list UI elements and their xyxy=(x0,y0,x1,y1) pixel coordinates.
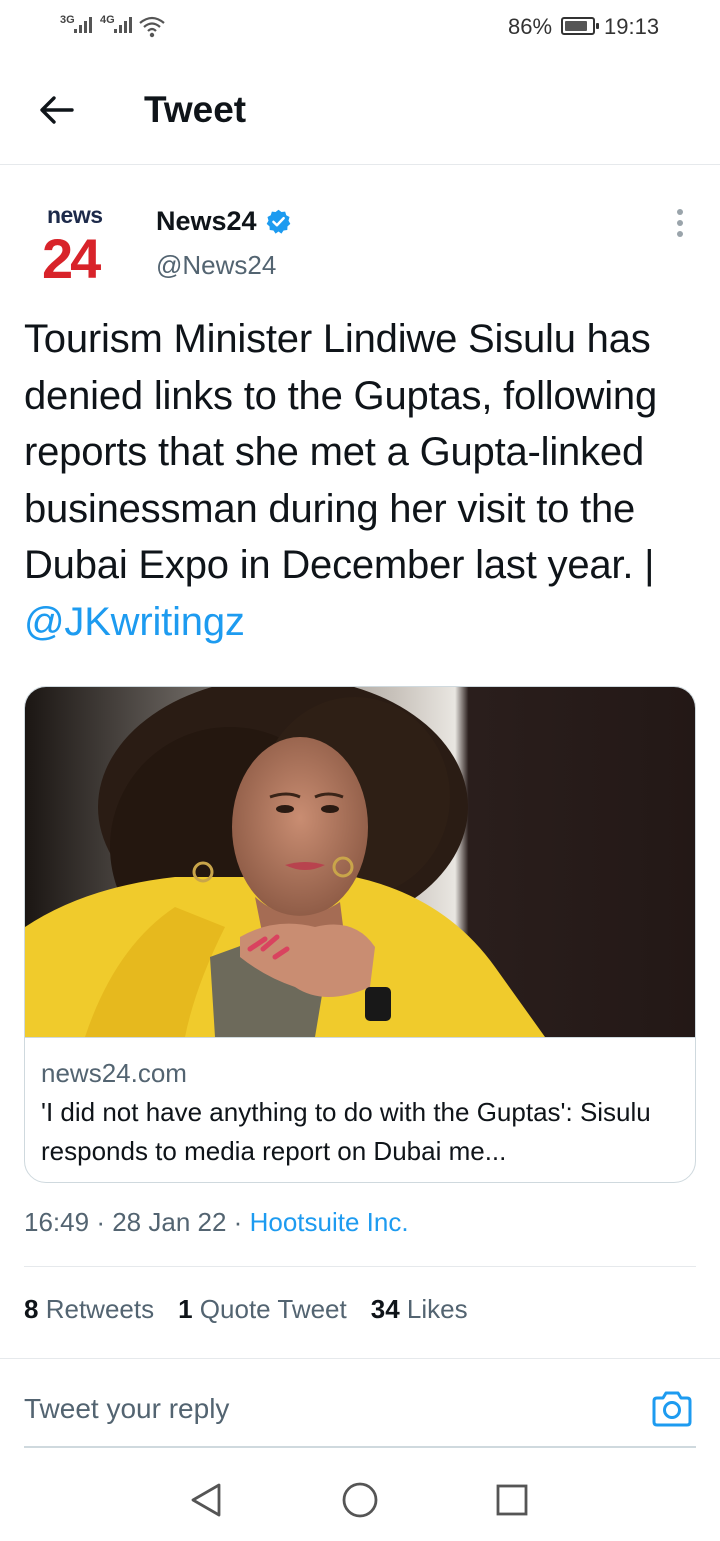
battery-icon xyxy=(561,17,599,35)
tweet-stats: 8 Retweets 1 Quote Tweet 34 Likes xyxy=(24,1294,468,1325)
tweet-body: Tourism Minister Lindiwe Sisulu has deni… xyxy=(24,317,657,587)
meta-separator: · xyxy=(233,1207,243,1237)
likes-count: 34 xyxy=(370,1294,400,1324)
nav-back-triangle-icon xyxy=(191,1483,221,1517)
camera-icon xyxy=(652,1391,692,1427)
reply-underline xyxy=(24,1446,696,1448)
signal-3g-label: 3G xyxy=(60,14,75,26)
retweets-count: 8 xyxy=(24,1294,39,1324)
back-button[interactable] xyxy=(28,86,84,134)
tweet-meta: 16:49 · 28 Jan 22 · Hootsuite Inc. xyxy=(24,1207,409,1238)
battery-percent: 86% xyxy=(508,14,553,39)
tweet-time: 16:49 xyxy=(24,1207,90,1237)
retweets-label: Retweets xyxy=(45,1294,155,1324)
reply-input[interactable] xyxy=(24,1393,584,1425)
tweet-text: Tourism Minister Lindiwe Sisulu has deni… xyxy=(24,311,704,650)
avatar-logo-number: 24 xyxy=(42,227,101,290)
quotes-count: 1 xyxy=(178,1294,193,1324)
nav-home-circle-icon xyxy=(342,1482,378,1518)
more-vertical-icon xyxy=(677,209,683,215)
quotes-stat[interactable]: 1 Quote Tweet xyxy=(178,1294,347,1325)
more-dot xyxy=(677,220,683,226)
meta-separator: · xyxy=(96,1207,105,1237)
system-nav-bar xyxy=(0,1460,720,1541)
signal-4g-label: 4G xyxy=(100,14,115,26)
arrow-left-icon xyxy=(40,96,74,124)
signal-strength-icon xyxy=(74,17,92,33)
author-handle[interactable]: @News24 xyxy=(156,250,276,281)
reply-bar xyxy=(0,1358,720,1448)
nav-recents-button[interactable] xyxy=(492,1480,532,1520)
camera-button[interactable] xyxy=(650,1389,694,1429)
tweet-date: 28 Jan 22 xyxy=(112,1207,227,1237)
nav-recents-square-icon xyxy=(496,1484,528,1516)
nav-back-button[interactable] xyxy=(186,1480,226,1520)
wifi-icon xyxy=(139,16,165,38)
retweets-stat[interactable]: 8 Retweets xyxy=(24,1294,154,1325)
likes-stat[interactable]: 34 Likes xyxy=(371,1294,468,1325)
author-name-text: News24 xyxy=(156,206,257,236)
avatar-logo-word: news xyxy=(47,202,103,228)
mention-link[interactable]: @JKwritingz xyxy=(24,600,245,644)
author-name[interactable]: News24 xyxy=(156,206,292,237)
status-time: 19:13 xyxy=(604,14,660,39)
top-app-bar: Tweet xyxy=(0,60,720,165)
card-title: 'I did not have anything to do with the … xyxy=(41,1097,651,1166)
quotes-label: Quote Tweet xyxy=(199,1294,347,1324)
signal-strength-icon xyxy=(114,17,132,33)
likes-label: Likes xyxy=(406,1294,468,1324)
status-bar: 3G 4G 86% 19:13 xyxy=(0,0,720,56)
more-dot xyxy=(677,231,683,237)
tweet-source-link[interactable]: Hootsuite Inc. xyxy=(250,1207,409,1237)
battery-level-fill xyxy=(565,21,587,31)
nav-home-button[interactable] xyxy=(340,1480,380,1520)
verified-badge-icon xyxy=(266,209,290,234)
author-avatar[interactable]: news 24 xyxy=(36,200,122,290)
more-options-button[interactable] xyxy=(666,206,694,240)
article-photo xyxy=(25,687,695,1037)
divider xyxy=(24,1266,696,1267)
page-title: Tweet xyxy=(144,89,247,130)
card-domain: news24.com xyxy=(41,1058,187,1088)
card-meta: news24.com 'I did not have anything to d… xyxy=(25,1037,695,1182)
link-preview-card[interactable]: news24.com 'I did not have anything to d… xyxy=(24,686,696,1183)
